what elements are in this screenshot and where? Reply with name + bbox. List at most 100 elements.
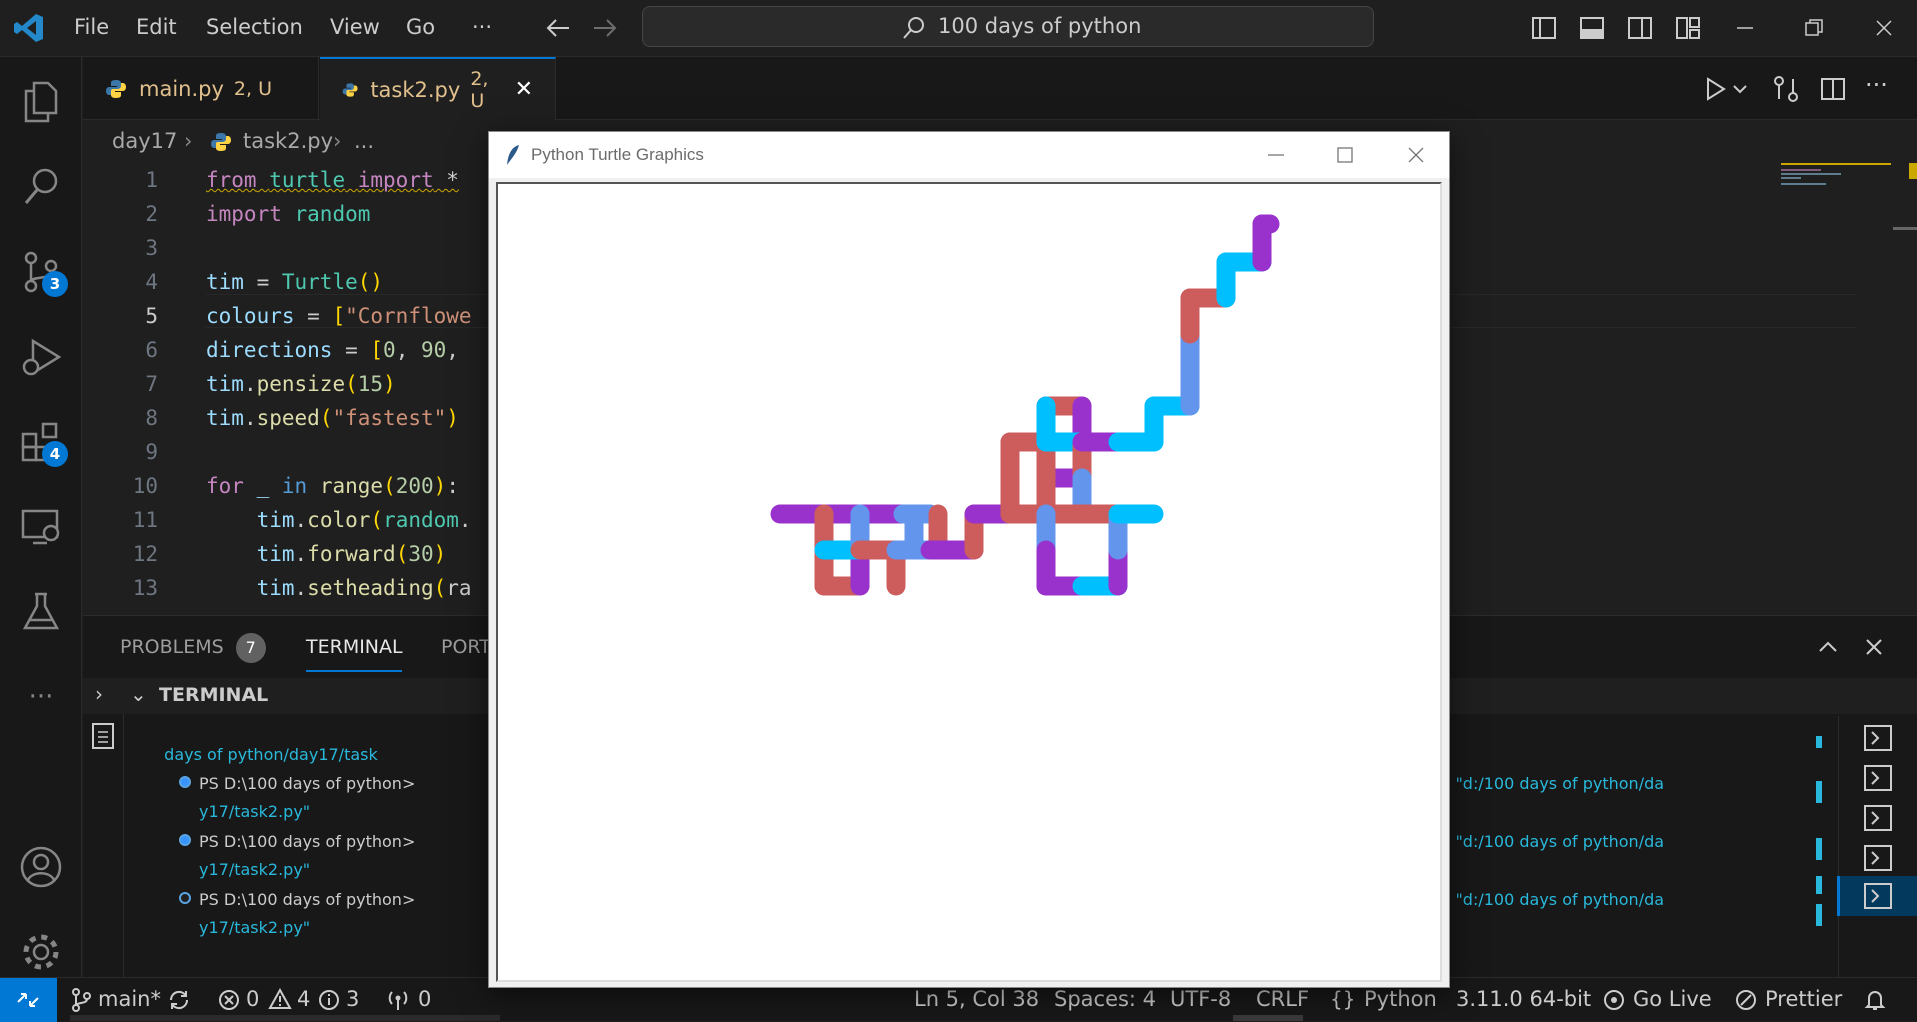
tab-ports[interactable]: PORT [441, 616, 491, 678]
back-arrow-icon[interactable] [543, 14, 573, 42]
source-control-badge: 3 [42, 271, 68, 297]
close-window-icon[interactable] [1870, 14, 1898, 42]
line-number: 12 [132, 542, 158, 566]
files-icon [24, 81, 58, 123]
terminal-line: " "d:/100 days of python/da [1443, 832, 1665, 851]
open-changes-icon[interactable] [1771, 74, 1801, 104]
breadcrumb-folder[interactable]: day17 [112, 120, 177, 163]
maximize-panel-icon[interactable] [1815, 634, 1841, 660]
run-debug-icon [22, 338, 62, 376]
random-walk-drawing [770, 214, 1280, 596]
chevron-right-icon: › [184, 129, 193, 153]
menu-file[interactable]: File [62, 0, 121, 57]
chevron-right-icon[interactable]: › [95, 682, 103, 706]
toggle-panel-icon[interactable] [1578, 14, 1606, 42]
maximize-window-icon[interactable] [1332, 142, 1358, 168]
remote-indicator[interactable] [0, 978, 57, 1022]
terminal-line: days of python/day17/task [154, 745, 378, 764]
run-debug-button[interactable] [0, 322, 82, 392]
terminal-line: PS D:\100 days of python> [199, 774, 416, 793]
chevron-down-icon[interactable] [1731, 81, 1749, 97]
bell-icon[interactable] [1863, 988, 1887, 1012]
accounts-button[interactable] [0, 832, 82, 902]
turtle-window-title: Python Turtle Graphics [531, 145, 704, 164]
forward-arrow-icon[interactable] [590, 14, 620, 42]
terminal-icon[interactable] [1863, 764, 1893, 792]
close-window-icon[interactable] [1403, 142, 1429, 168]
minimap[interactable] [1781, 163, 1891, 193]
line-number: 9 [145, 440, 158, 464]
minimize-window-icon[interactable] [1731, 14, 1759, 42]
problems-label: PROBLEMS [120, 636, 224, 658]
terminal-icon[interactable] [1863, 882, 1893, 910]
tab-problems[interactable]: PROBLEMS 7 [120, 616, 266, 678]
explorer-button[interactable] [0, 66, 82, 136]
code-line: import random [206, 202, 371, 226]
breadcrumb-file[interactable]: task2.py [243, 120, 333, 163]
extensions-button[interactable]: 4 [0, 407, 82, 477]
search-view-button[interactable] [0, 152, 82, 222]
python-interpreter[interactable]: 3.11.0 64-bit [1456, 978, 1591, 1022]
menu-more[interactable]: ··· [460, 0, 504, 57]
clipboard-icon[interactable] [90, 720, 116, 750]
menu-go[interactable]: Go [394, 0, 447, 57]
ports-label: PORT [441, 636, 491, 658]
tab-status: 2, U [233, 77, 272, 100]
close-panel-icon[interactable] [1861, 634, 1887, 660]
close-tab-icon[interactable]: ✕ [515, 77, 533, 102]
terminal-icon[interactable] [1863, 804, 1893, 832]
scroll-marker [1816, 876, 1822, 894]
turtle-canvas[interactable] [496, 182, 1442, 982]
more-actions-icon[interactable]: ··· [1865, 71, 1888, 99]
testing-button[interactable] [0, 577, 82, 647]
search-icon [903, 17, 924, 39]
scroll-marker [1816, 781, 1822, 803]
sync-icon[interactable] [167, 988, 191, 1012]
git-branch-icon [72, 988, 91, 1012]
flask-icon [22, 592, 60, 630]
terminal-label: TERMINAL [306, 636, 403, 658]
menu-selection[interactable]: Selection [194, 0, 315, 57]
remote-icon [17, 993, 39, 1007]
command-center-search[interactable]: 100 days of python [642, 6, 1374, 47]
problems-count-badge: 7 [235, 633, 266, 663]
toggle-primary-sidebar-icon[interactable] [1530, 14, 1558, 42]
code-line: tim = Turtle() [206, 270, 384, 294]
taskbar-strip [70, 1015, 500, 1021]
code-line: tim.forward(30) [256, 542, 447, 566]
line-number: 6 [145, 338, 158, 362]
remote-explorer-icon [21, 509, 60, 545]
code-line: directions = [0, 90, [206, 338, 459, 362]
tab-terminal[interactable]: TERMINAL [306, 616, 403, 672]
tab-label: main.py [139, 76, 224, 101]
more-views-icon[interactable]: ··· [0, 662, 82, 732]
code-line: from turtle import * [206, 168, 459, 192]
tab-main-py[interactable]: main.py 2, U [83, 57, 319, 120]
prettier-status[interactable]: Prettier [1765, 978, 1842, 1022]
turtle-graphics-window: Python Turtle Graphics [488, 131, 1450, 988]
source-control-button[interactable]: 3 [0, 237, 82, 307]
chevron-down-icon[interactable]: ⌄ [130, 682, 147, 706]
split-editor-icon[interactable] [1818, 74, 1848, 104]
turtle-window-titlebar[interactable]: Python Turtle Graphics [489, 132, 1449, 178]
remote-explorer-button[interactable] [0, 492, 82, 562]
taskbar-strip [1233, 1015, 1303, 1021]
run-python-file-icon[interactable] [1700, 74, 1730, 104]
menu-edit[interactable]: Edit [124, 0, 189, 57]
minimize-window-icon[interactable] [1263, 142, 1289, 168]
scroll-marker [1816, 736, 1822, 748]
code-line: colours = ["Cornflowe [206, 304, 472, 328]
scrollbar-cursor-marker [1893, 227, 1917, 230]
terminal-line: y17/task2.py" [199, 802, 311, 821]
terminal-icon[interactable] [1863, 724, 1893, 752]
code-line: tim.pensize(15) [206, 372, 396, 396]
breadcrumb-more[interactable]: ... [354, 120, 374, 163]
customize-layout-icon[interactable] [1674, 14, 1702, 42]
toggle-secondary-sidebar-icon[interactable] [1626, 14, 1654, 42]
line-number: 3 [145, 236, 158, 260]
tab-task2-py[interactable]: task2.py 2, U ✕ [320, 57, 556, 120]
restore-window-icon[interactable] [1800, 14, 1828, 42]
go-live-button[interactable]: Go Live [1633, 978, 1712, 1022]
menu-view[interactable]: View [318, 0, 392, 57]
terminal-icon[interactable] [1863, 844, 1893, 872]
